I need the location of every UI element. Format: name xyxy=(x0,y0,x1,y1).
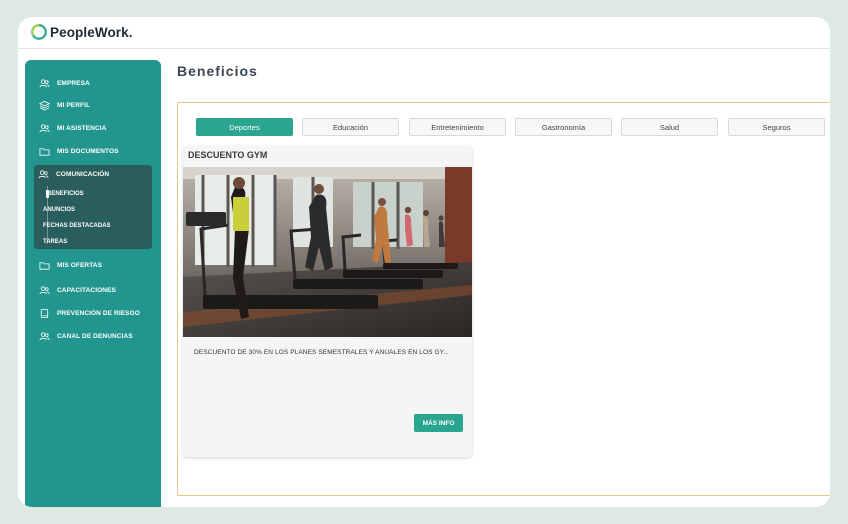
sidebar-item-label: MI PERFIL xyxy=(57,101,91,109)
submenu-item-tareas[interactable]: TAREAS xyxy=(43,235,148,248)
brand-name: PeopleWork. xyxy=(50,24,133,40)
benefits-panel: Deportes Educación Entretenimiento Gastr… xyxy=(177,102,830,496)
users-icon xyxy=(39,331,50,340)
sidebar-item-label: PREVENCIÓN DE RIESGO xyxy=(57,309,140,317)
more-info-button[interactable]: MÁS INFO xyxy=(414,414,463,432)
sidebar-item-label: MIS OFERTAS xyxy=(57,261,103,269)
sidebar-item-capacitaciones[interactable]: CAPACITACIONES xyxy=(25,281,161,299)
folder-icon xyxy=(39,261,50,270)
layers-icon xyxy=(39,100,50,111)
users-icon xyxy=(39,285,50,294)
benefit-card: DESCUENTO GYM DESCUENTO DE 30% EN LOS PL… xyxy=(183,146,472,457)
users-icon xyxy=(39,78,50,87)
users-icon xyxy=(38,169,49,178)
card-title: DESCUENTO GYM xyxy=(188,150,268,160)
submenu-item-anuncios[interactable]: ANUNCIOS xyxy=(43,203,148,216)
brand-logo[interactable]: PeopleWork. xyxy=(30,23,133,41)
sidebar-item-mis-documentos[interactable]: MIS DOCUMENTOS xyxy=(25,142,161,160)
sidebar-item-label: COMUNICACIÓN xyxy=(56,170,110,178)
sidebar-item-comunicacion[interactable]: COMUNICACIÓN xyxy=(34,165,152,183)
book-icon xyxy=(40,308,49,318)
communication-group: COMUNICACIÓN BENEFICIOS ANUNCIOS FECHAS … xyxy=(34,165,152,249)
page-title: Beneficios xyxy=(177,63,258,79)
sidebar-item-label: CANAL DE DENUNCIAS xyxy=(57,332,133,340)
sidebar-item-label: MIS DOCUMENTOS xyxy=(57,147,119,155)
tab-educacion[interactable]: Educación xyxy=(302,118,399,136)
sidebar-item-canal-de-denuncias[interactable]: CANAL DE DENUNCIAS xyxy=(25,327,161,345)
submenu-item-beneficios[interactable]: BENEFICIOS xyxy=(47,187,152,200)
tab-entretenimiento[interactable]: Entretenimiento xyxy=(409,118,506,136)
sidebar: EMPRESA MI PERFIL MI ASISTENCIA MIS DOCU… xyxy=(25,60,161,507)
tab-deportes[interactable]: Deportes xyxy=(196,118,293,136)
tab-gastronomia[interactable]: Gastronomía xyxy=(515,118,612,136)
sidebar-item-mi-perfil[interactable]: MI PERFIL xyxy=(25,96,161,114)
top-bar: PeopleWork. xyxy=(18,17,830,49)
sidebar-item-label: CAPACITACIONES xyxy=(57,286,116,294)
folder-icon xyxy=(39,147,50,156)
users-icon xyxy=(39,123,50,132)
sidebar-item-empresa[interactable]: EMPRESA xyxy=(25,74,161,92)
submenu-item-fechas-destacadas[interactable]: FECHAS DESTACADAS xyxy=(43,219,148,232)
sidebar-item-label: MI ASISTENCIA xyxy=(57,124,107,132)
gym-treadmills-image xyxy=(183,167,472,337)
sidebar-item-mi-asistencia[interactable]: MI ASISTENCIA xyxy=(25,119,161,137)
sidebar-item-prevencion-de-riesgo[interactable]: PREVENCIÓN DE RIESGO xyxy=(25,304,161,322)
tab-seguros[interactable]: Seguros xyxy=(728,118,825,136)
sidebar-item-label: EMPRESA xyxy=(57,79,90,87)
logo-ring-icon xyxy=(31,24,47,40)
card-description: DESCUENTO DE 30% EN LOS PLANES SEMESTRAL… xyxy=(194,349,449,356)
app-window: PeopleWork. EMPRESA MI PERFIL MI ASISTEN… xyxy=(18,17,830,507)
sidebar-item-mis-ofertas[interactable]: MIS OFERTAS xyxy=(25,256,161,274)
tab-salud[interactable]: Salud xyxy=(621,118,718,136)
